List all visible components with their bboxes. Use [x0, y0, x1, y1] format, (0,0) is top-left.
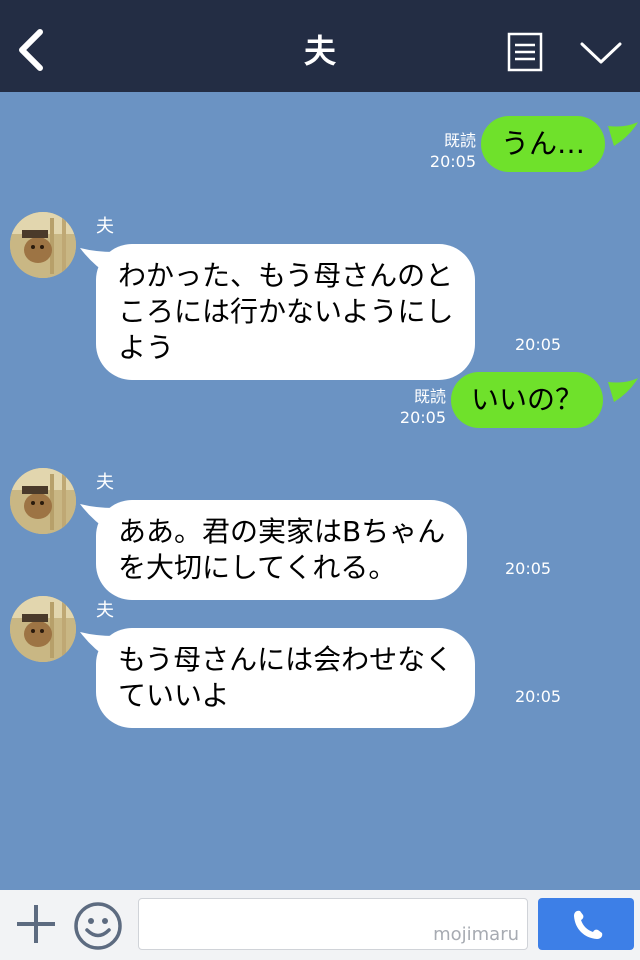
- message-line: ああ。君の実家はBちゃん: [118, 515, 446, 548]
- avatar[interactable]: [10, 212, 76, 278]
- message-line: ていいよ: [118, 679, 230, 712]
- plus-icon[interactable]: [14, 902, 58, 946]
- avatar-image: [10, 212, 76, 278]
- watermark: mojimaru: [433, 924, 519, 945]
- chat-header: 夫: [0, 0, 640, 92]
- avatar-image: [10, 596, 76, 662]
- smiley-icon[interactable]: [72, 900, 124, 952]
- call-button[interactable]: [538, 898, 634, 950]
- chat-area: 既読 20:05 うん… 夫 わかった、もう母さんのと ころには行かないようにし…: [0, 92, 640, 890]
- sent-message-bubble[interactable]: うん…: [481, 116, 606, 172]
- read-receipt: 既読: [443, 131, 476, 150]
- sender-name: 夫: [96, 216, 114, 237]
- avatar-image: [10, 468, 76, 534]
- message-meta: 既読 20:05: [380, 386, 446, 428]
- message-line: を大切にしてくれる。: [118, 551, 397, 584]
- message-line: ころには行かないようにし: [118, 295, 454, 328]
- sender-name: 夫: [96, 600, 114, 621]
- bubble-tail: [608, 378, 638, 402]
- avatar[interactable]: [10, 596, 76, 662]
- message-line: もう母さんには会わせなく: [118, 643, 454, 676]
- bubble-tail: [608, 122, 638, 146]
- message-time: 20:05: [429, 152, 476, 171]
- chevron-down-icon[interactable]: [580, 38, 622, 68]
- received-message-bubble[interactable]: わかった、もう母さんのと ころには行かないようにし よう: [96, 244, 476, 380]
- sender-name: 夫: [96, 472, 114, 493]
- menu-icon[interactable]: [507, 32, 543, 72]
- read-receipt: 既読: [413, 387, 446, 406]
- message-input[interactable]: mojimaru: [138, 898, 528, 950]
- sent-message-bubble[interactable]: いいの？: [451, 372, 604, 428]
- message-time: 20:05: [399, 408, 446, 427]
- phone-icon: [574, 910, 603, 939]
- message-time: 20:05: [515, 687, 562, 706]
- message-line: わかった、もう母さんのと: [118, 259, 454, 292]
- message-meta: 既読 20:05: [410, 130, 476, 172]
- message-time: 20:05: [505, 559, 552, 578]
- received-message-bubble[interactable]: もう母さんには会わせなく ていいよ: [96, 628, 476, 728]
- message-line: よう: [118, 331, 175, 364]
- avatar[interactable]: [10, 468, 76, 534]
- message-time: 20:05: [515, 335, 562, 354]
- received-message-bubble[interactable]: ああ。君の実家はBちゃん を大切にしてくれる。: [96, 500, 468, 600]
- chat-title: 夫: [303, 32, 336, 70]
